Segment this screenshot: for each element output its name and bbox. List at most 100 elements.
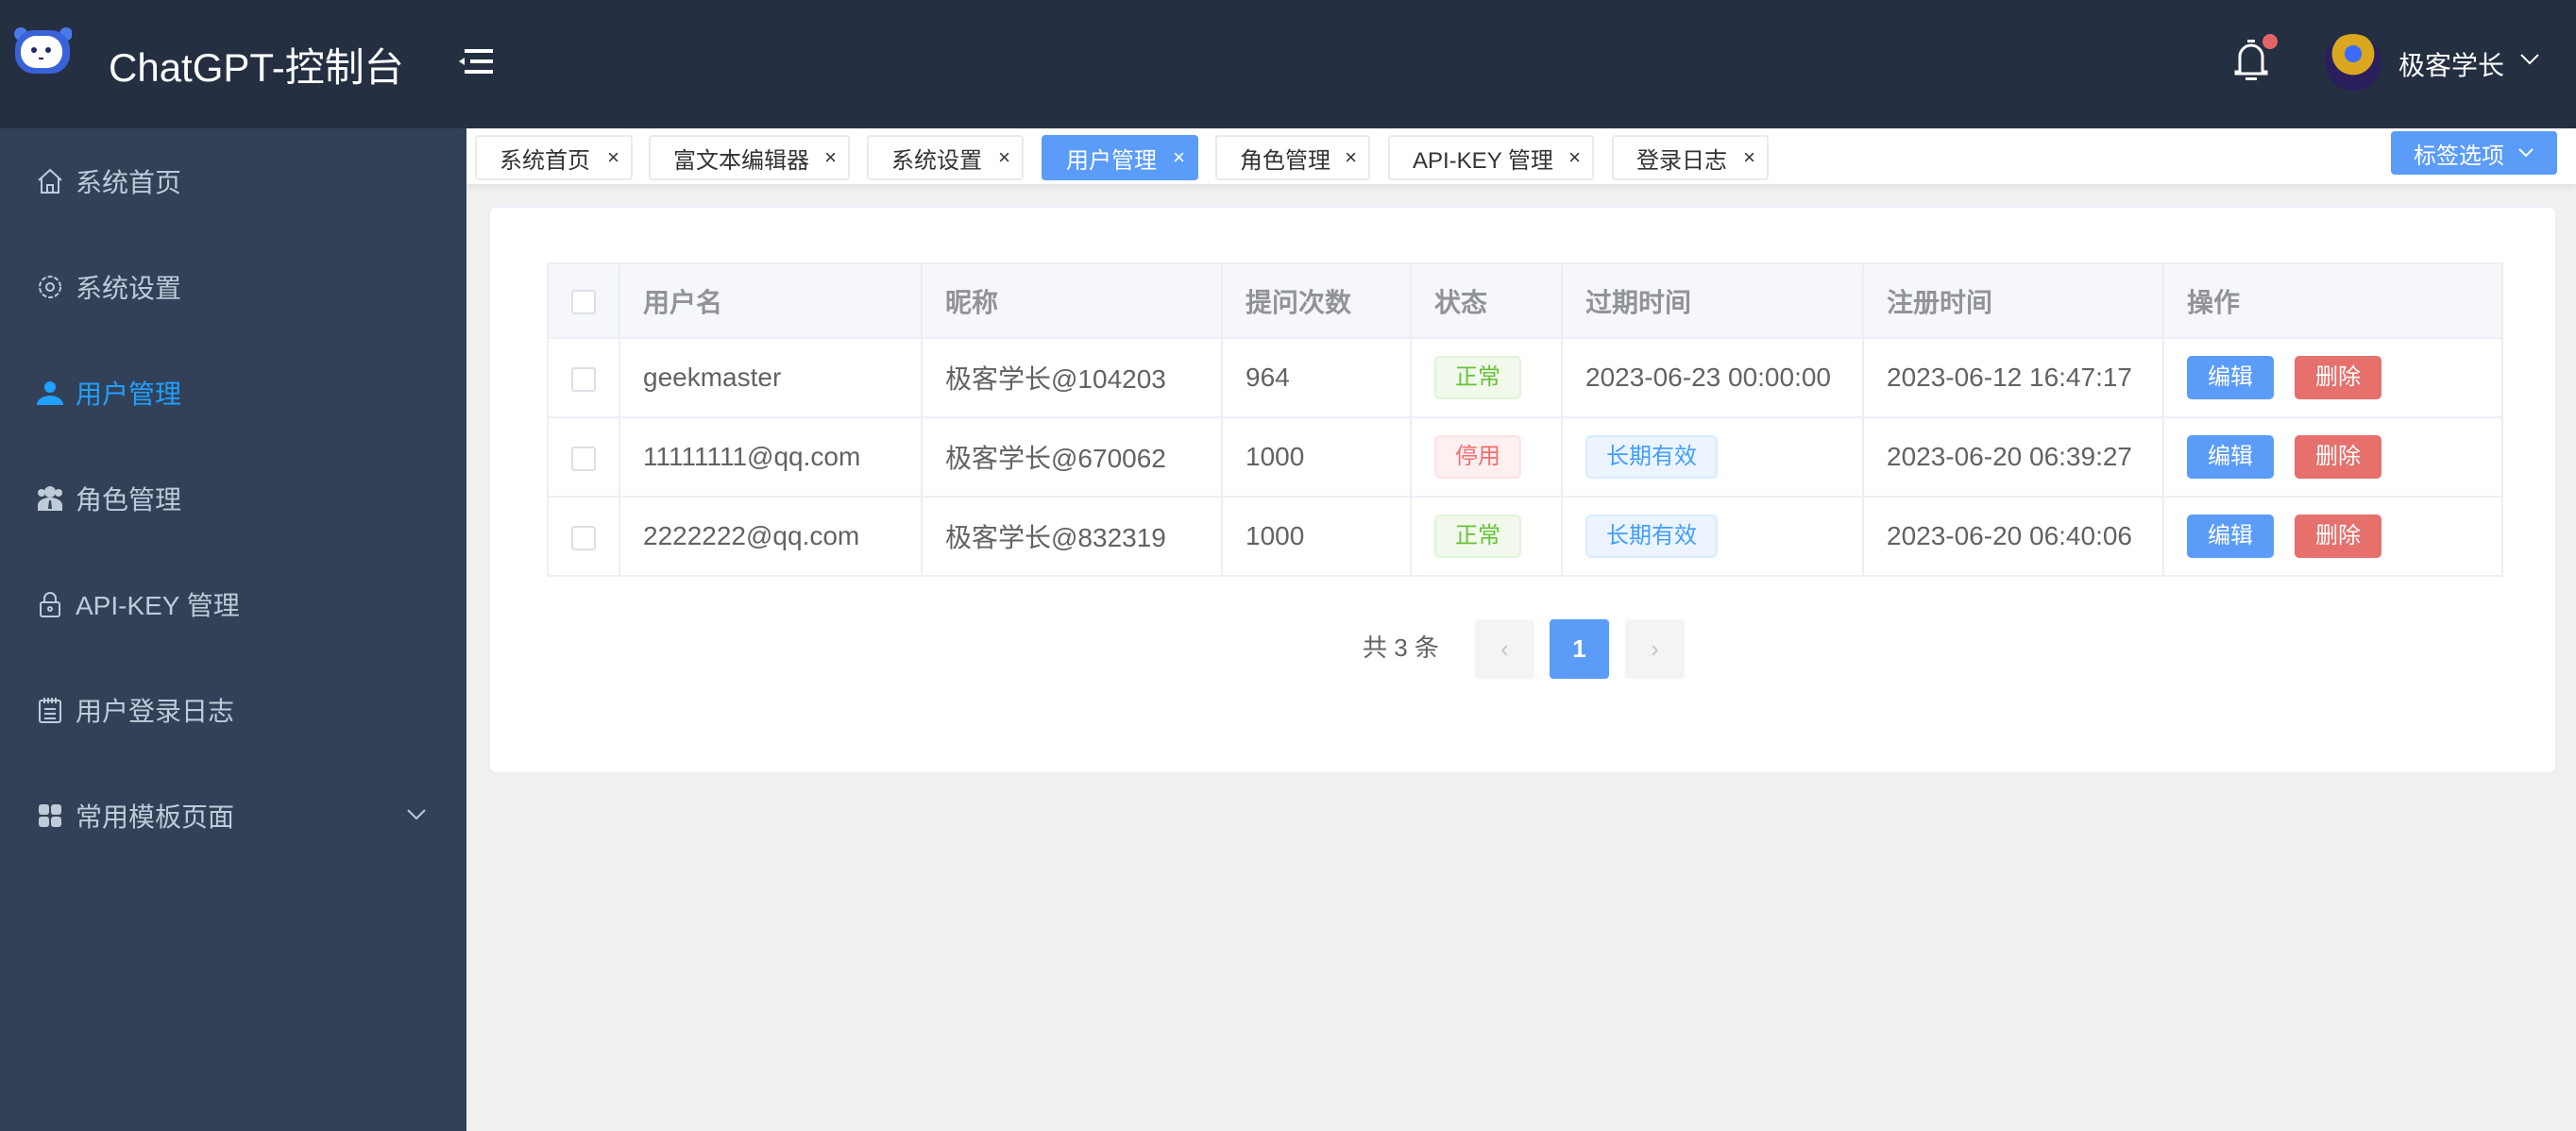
username-cell: 2222222@qq.com xyxy=(619,496,923,577)
chevron-down-icon[interactable] xyxy=(406,808,427,821)
status-badge: 停用 xyxy=(1434,435,1521,479)
tab-settings[interactable]: 系统设置 × xyxy=(867,135,1024,180)
tab-roles[interactable]: 角色管理 × xyxy=(1215,135,1370,180)
tab-api-key[interactable]: API-KEY 管理 × xyxy=(1388,135,1594,180)
users-role-icon xyxy=(38,486,62,511)
next-page-button[interactable]: › xyxy=(1625,619,1685,679)
app-title: ChatGPT-控制台 xyxy=(109,45,404,90)
sidebar-item-label: 角色管理 xyxy=(76,485,182,515)
sidebar-item-label: 常用模板页面 xyxy=(76,802,235,832)
table-row: 11111111@qq.com 极客学长@670062 1000 停用 长期有效… xyxy=(547,416,2503,498)
sidebar-item-label: 用户登录日志 xyxy=(76,697,235,726)
close-icon[interactable]: × xyxy=(1173,147,1185,168)
close-icon[interactable]: × xyxy=(607,147,619,168)
column-header[interactable]: 操作 xyxy=(2162,262,2503,339)
expire-time: 2023-06-23 00:00:00 xyxy=(1585,363,1831,392)
row-checkbox[interactable] xyxy=(571,446,596,471)
table-row: geekmaster 极客学长@104203 964 正常 2023-06-23… xyxy=(547,337,2503,418)
gear-icon xyxy=(39,276,61,298)
delete-button[interactable]: 删除 xyxy=(2295,515,2381,558)
delete-button[interactable]: 删除 xyxy=(2295,435,2381,479)
edit-button[interactable]: 编辑 xyxy=(2187,515,2274,558)
tab-label: 系统设置 xyxy=(891,147,982,174)
sidebar-item-templates[interactable]: 常用模板页面 xyxy=(0,763,466,869)
sidebar-item-roles[interactable]: 角色管理 xyxy=(0,446,466,551)
tab-label: 角色管理 xyxy=(1240,147,1330,174)
registered-cell: 2023-06-12 16:47:17 xyxy=(1862,337,2164,418)
sidebar-item-api-key[interactable]: API-KEY 管理 xyxy=(0,551,466,657)
user-name[interactable]: 极客学长 xyxy=(2398,45,2504,83)
count-cell: 1000 xyxy=(1221,496,1412,577)
column-header[interactable]: 注册时间 xyxy=(1862,262,2164,339)
column-header[interactable]: 过期时间 xyxy=(1561,262,1864,339)
top-header: ChatGPT-控制台 极客学长 xyxy=(0,0,2576,128)
lock-icon xyxy=(40,592,60,617)
tags-bar: 系统首页 × 富文本编辑器 × 系统设置 × 用户管理 × 角色管理 × API-KEY … xyxy=(466,128,2576,184)
avatar[interactable] xyxy=(2325,34,2381,91)
tab-rich-editor[interactable]: 富文本编辑器 × xyxy=(649,135,850,180)
tab-label: 登录日志 xyxy=(1636,147,1727,174)
table-row: 2222222@qq.com 极客学长@832319 1000 正常 长期有效 … xyxy=(547,496,2503,577)
sidebar-item-home[interactable]: 系统首页 xyxy=(0,128,466,234)
page-1-button[interactable]: 1 xyxy=(1550,619,1609,679)
chevron-left-icon: ‹ xyxy=(1500,634,1509,663)
close-icon[interactable]: × xyxy=(1345,147,1357,168)
nickname-cell: 极客学长@104203 xyxy=(921,337,1223,418)
status-badge: 正常 xyxy=(1434,356,1521,399)
nickname-cell: 极客学长@832319 xyxy=(921,496,1223,577)
close-icon[interactable]: × xyxy=(1743,147,1755,168)
notification-badge xyxy=(2262,34,2278,49)
column-header[interactable]: 提问次数 xyxy=(1221,262,1412,339)
column-header[interactable]: 昵称 xyxy=(921,262,1223,339)
users-table: 用户名 昵称 提问次数 状态 过期时间 注册时间 操作 geekmaster 极… xyxy=(547,262,2503,577)
tab-label: 用户管理 xyxy=(1066,147,1157,174)
sidebar: 系统首页 系统设置 用户管理 角色管理 API-KEY 管理 用户登录日志 常用… xyxy=(0,128,466,1131)
chevron-down-icon xyxy=(2518,148,2534,158)
pagination-total: 共 3 条 xyxy=(1363,633,1439,662)
expire-tag: 长期有效 xyxy=(1585,515,1718,558)
edit-button[interactable]: 编辑 xyxy=(2187,356,2274,399)
notepad-icon xyxy=(39,698,61,723)
chevron-down-icon[interactable] xyxy=(2519,53,2540,66)
sidebar-item-settings[interactable]: 系统设置 xyxy=(0,234,466,340)
prev-page-button[interactable]: ‹ xyxy=(1475,619,1534,679)
sidebar-item-label: 用户管理 xyxy=(76,380,182,409)
close-icon[interactable]: × xyxy=(1568,147,1581,168)
username-cell: 11111111@qq.com xyxy=(619,416,923,498)
user-icon xyxy=(37,381,63,405)
tab-users[interactable]: 用户管理 × xyxy=(1042,135,1198,180)
edit-button[interactable]: 编辑 xyxy=(2187,435,2274,479)
nickname-cell: 极客学长@670062 xyxy=(921,416,1223,498)
collapse-menu-icon[interactable] xyxy=(459,47,493,76)
home-icon xyxy=(38,168,62,194)
chevron-right-icon: › xyxy=(1651,634,1659,663)
select-all-checkbox[interactable] xyxy=(571,290,596,315)
tab-label: 系统首页 xyxy=(500,147,590,174)
tab-label: API-KEY 管理 xyxy=(1413,147,1553,174)
close-icon[interactable]: × xyxy=(998,147,1010,168)
delete-button[interactable]: 删除 xyxy=(2295,356,2381,399)
tab-login-log[interactable]: 登录日志 × xyxy=(1612,135,1769,180)
registered-cell: 2023-06-20 06:40:06 xyxy=(1862,496,2164,577)
sidebar-item-users[interactable]: 用户管理 xyxy=(0,340,466,446)
table-header-row: 用户名 昵称 提问次数 状态 过期时间 注册时间 操作 xyxy=(547,262,2503,339)
column-header[interactable]: 用户名 xyxy=(619,262,923,339)
sidebar-item-label: API-KEY 管理 xyxy=(76,591,240,620)
tag-options-label: 标签选项 xyxy=(2414,143,2504,169)
grid-icon xyxy=(39,804,61,827)
tab-home[interactable]: 系统首页 × xyxy=(475,135,633,180)
content-card: 用户名 昵称 提问次数 状态 过期时间 注册时间 操作 geekmaster 极… xyxy=(488,206,2557,774)
username-cell: geekmaster xyxy=(619,337,923,418)
sidebar-item-login-log[interactable]: 用户登录日志 xyxy=(0,657,466,763)
close-icon[interactable]: × xyxy=(824,147,837,168)
registered-cell: 2023-06-20 06:39:27 xyxy=(1862,416,2164,498)
column-header[interactable]: 状态 xyxy=(1410,262,1563,339)
robot-logo-icon xyxy=(14,27,72,74)
row-checkbox[interactable] xyxy=(571,525,596,550)
count-cell: 964 xyxy=(1221,337,1412,418)
row-checkbox[interactable] xyxy=(571,366,596,392)
count-cell: 1000 xyxy=(1221,416,1412,498)
status-badge: 正常 xyxy=(1434,515,1521,558)
tag-options-button[interactable]: 标签选项 xyxy=(2391,131,2557,175)
tab-label: 富文本编辑器 xyxy=(673,147,809,174)
